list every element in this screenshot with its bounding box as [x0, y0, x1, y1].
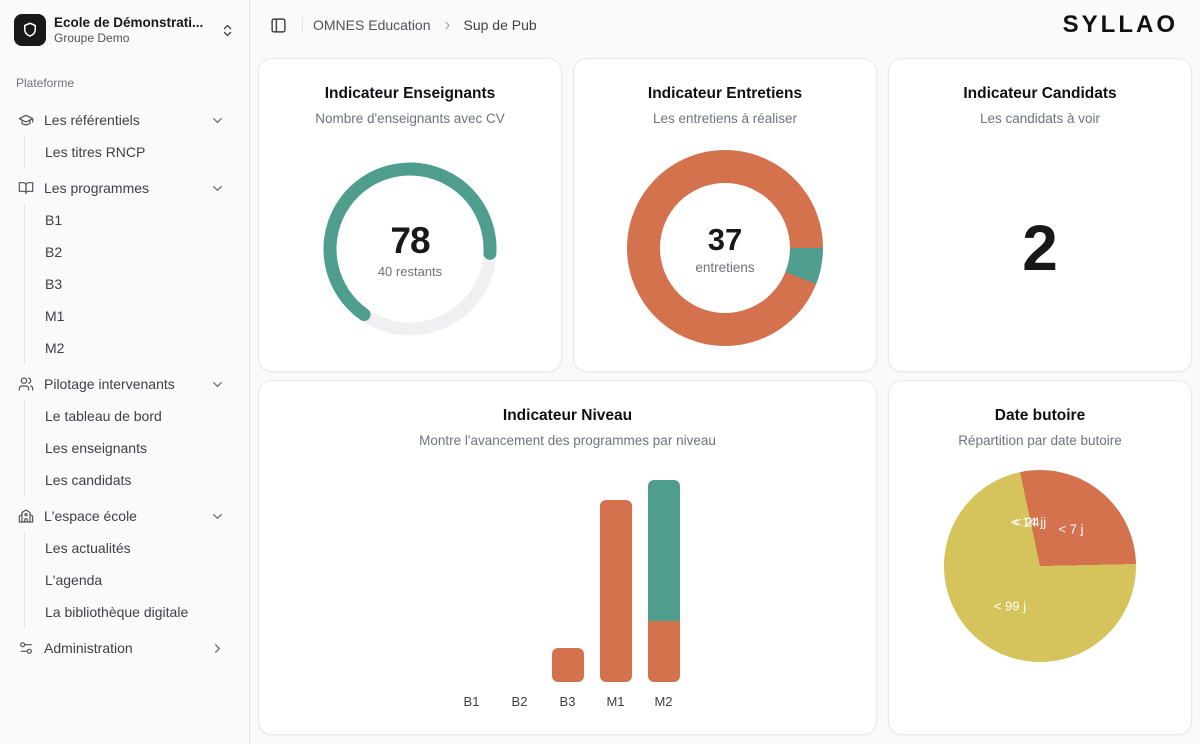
- sidebar-item-m1[interactable]: M1: [25, 300, 241, 332]
- gauge-center: 78 40 restants: [317, 156, 503, 342]
- bar-chart-niveau: [448, 480, 688, 682]
- sidebar: Ecole de Démonstrati... Groupe Demo Plat…: [0, 0, 250, 744]
- book-open-icon: [18, 180, 34, 196]
- sidebar-item-tableau-de-bord[interactable]: Le tableau de bord: [25, 400, 241, 432]
- pie-label-7j: < 7 j: [1059, 522, 1084, 537]
- sidebar-section-label: Plateforme: [8, 76, 241, 90]
- gauge-chart-enseignants: 78 40 restants: [317, 156, 503, 342]
- chevron-right-icon: [441, 19, 454, 32]
- donut-center: 37 entretiens: [627, 150, 823, 346]
- chevron-right-icon: [210, 641, 225, 656]
- bar-m2: [640, 480, 688, 682]
- sidebar-item-enseignants[interactable]: Les enseignants: [25, 432, 241, 464]
- sidebar-nav: Les référentiels Les titres RNCP Les pro…: [8, 100, 241, 664]
- bar-m1: [592, 480, 640, 682]
- chevron-down-icon: [210, 509, 225, 524]
- sidebar-item-b2[interactable]: B2: [25, 236, 241, 268]
- school-icon: [18, 508, 34, 524]
- sidebar-sublist-referentiels: Les titres RNCP: [24, 136, 241, 168]
- card-title: Indicateur Entretiens: [590, 85, 860, 103]
- breadcrumb: OMNES Education Sup de Pub: [313, 17, 537, 33]
- sidebar-item-bibliotheque[interactable]: La bibliothèque digitale: [25, 596, 241, 628]
- card-subtitle: Répartition par date butoire: [905, 433, 1175, 448]
- app-logo: SYLLAO: [1063, 11, 1178, 39]
- sidebar-item-programmes[interactable]: Les programmes: [8, 172, 241, 204]
- x-tick-m1: M1: [592, 694, 640, 709]
- chevron-down-icon: [210, 113, 225, 128]
- panel-left-icon: [270, 17, 287, 34]
- card-indicateur-enseignants: Indicateur Enseignants Nombre d'enseigna…: [258, 58, 562, 372]
- bar-b3: [544, 480, 592, 682]
- donut-sublabel: entretiens: [695, 260, 754, 275]
- bar-b1: [448, 480, 496, 682]
- x-tick-m2: M2: [640, 694, 688, 709]
- org-name: Ecole de Démonstrati...: [54, 15, 212, 30]
- sidebar-sublist-programmes: B1 B2 B3 M1 M2: [24, 204, 241, 364]
- org-group: Groupe Demo: [54, 31, 212, 45]
- x-tick-b1: B1: [448, 694, 496, 709]
- chevron-down-icon: [210, 181, 225, 196]
- sidebar-item-actualites[interactable]: Les actualités: [25, 532, 241, 564]
- breadcrumb-parent[interactable]: OMNES Education: [313, 17, 431, 33]
- app-root: Ecole de Démonstrati... Groupe Demo Plat…: [0, 0, 1200, 744]
- breadcrumb-current: Sup de Pub: [464, 17, 537, 33]
- card-title: Indicateur Niveau: [275, 407, 860, 425]
- sidebar-item-label: Les référentiels: [44, 112, 200, 128]
- x-tick-b3: B3: [544, 694, 592, 709]
- chevrons-up-down-icon: [220, 23, 235, 38]
- pie-label-24j: < 24 j: [1014, 515, 1046, 530]
- gauge-sublabel: 40 restants: [378, 264, 442, 279]
- card-indicateur-candidats: Indicateur Candidats Les candidats à voi…: [888, 58, 1192, 372]
- card-subtitle: Les candidats à voir: [905, 111, 1175, 126]
- sidebar-item-referentiels[interactable]: Les référentiels: [8, 104, 241, 136]
- sidebar-item-b1[interactable]: B1: [25, 204, 241, 236]
- card-subtitle: Montre l'avancement des programmes par n…: [275, 433, 860, 448]
- dashboard-grid: Indicateur Enseignants Nombre d'enseigna…: [250, 50, 1200, 744]
- card-indicateur-niveau: Indicateur Niveau Montre l'avancement de…: [258, 380, 877, 735]
- card-indicateur-entretiens: Indicateur Entretiens Les entretiens à r…: [573, 58, 877, 372]
- sidebar-item-espace-ecole[interactable]: L'espace école: [8, 500, 241, 532]
- sidebar-item-pilotage[interactable]: Pilotage intervenants: [8, 368, 241, 400]
- pie-label-99j: < 99 j: [994, 599, 1026, 614]
- org-text: Ecole de Démonstrati... Groupe Demo: [54, 15, 212, 45]
- topbar-divider: [302, 17, 303, 33]
- card-title: Date butoire: [905, 407, 1175, 425]
- sidebar-item-label: Pilotage intervenants: [44, 376, 200, 392]
- card-title: Indicateur Candidats: [905, 85, 1175, 103]
- org-logo: [14, 14, 46, 46]
- donut-value: 37: [708, 222, 742, 258]
- sidebar-item-candidats[interactable]: Les candidats: [25, 464, 241, 496]
- gauge-value: 78: [390, 220, 429, 262]
- bar-chart-x-axis: B1 B2 B3 M1 M2: [448, 694, 688, 709]
- users-icon: [18, 376, 34, 392]
- sidebar-item-titres-rncp[interactable]: Les titres RNCP: [25, 136, 241, 168]
- org-switcher[interactable]: Ecole de Démonstrati... Groupe Demo: [8, 10, 241, 50]
- sidebar-item-administration[interactable]: Administration: [8, 632, 241, 664]
- main-area: OMNES Education Sup de Pub SYLLAO Indica…: [250, 0, 1200, 744]
- sidebar-sublist-pilotage: Le tableau de bord Les enseignants Les c…: [24, 400, 241, 496]
- donut-chart-entretiens: 37 entretiens: [627, 150, 823, 346]
- bar-b2: [496, 480, 544, 682]
- candidats-count: 2: [889, 211, 1191, 285]
- sidebar-item-label: Administration: [44, 640, 200, 656]
- sidebar-item-agenda[interactable]: L'agenda: [25, 564, 241, 596]
- card-subtitle: Les entretiens à réaliser: [590, 111, 860, 126]
- x-tick-b2: B2: [496, 694, 544, 709]
- sidebar-item-m2[interactable]: M2: [25, 332, 241, 364]
- sliders-icon: [18, 640, 34, 656]
- card-date-butoire: Date butoire Répartition par date butoir…: [888, 380, 1192, 735]
- topbar: OMNES Education Sup de Pub SYLLAO: [250, 0, 1200, 50]
- pie-chart-date-butoire: < 14 j < 24 j < 7 j < 99 j: [944, 470, 1136, 662]
- sidebar-item-label: L'espace école: [44, 508, 200, 524]
- chevron-down-icon: [210, 377, 225, 392]
- sidebar-item-b3[interactable]: B3: [25, 268, 241, 300]
- card-subtitle: Nombre d'enseignants avec CV: [275, 111, 545, 126]
- sidebar-sublist-espace-ecole: Les actualités L'agenda La bibliothèque …: [24, 532, 241, 628]
- card-title: Indicateur Enseignants: [275, 85, 545, 103]
- graduation-cap-icon: [18, 112, 34, 128]
- sidebar-toggle-button[interactable]: [264, 11, 292, 39]
- shield-icon: [21, 21, 39, 39]
- sidebar-item-label: Les programmes: [44, 180, 200, 196]
